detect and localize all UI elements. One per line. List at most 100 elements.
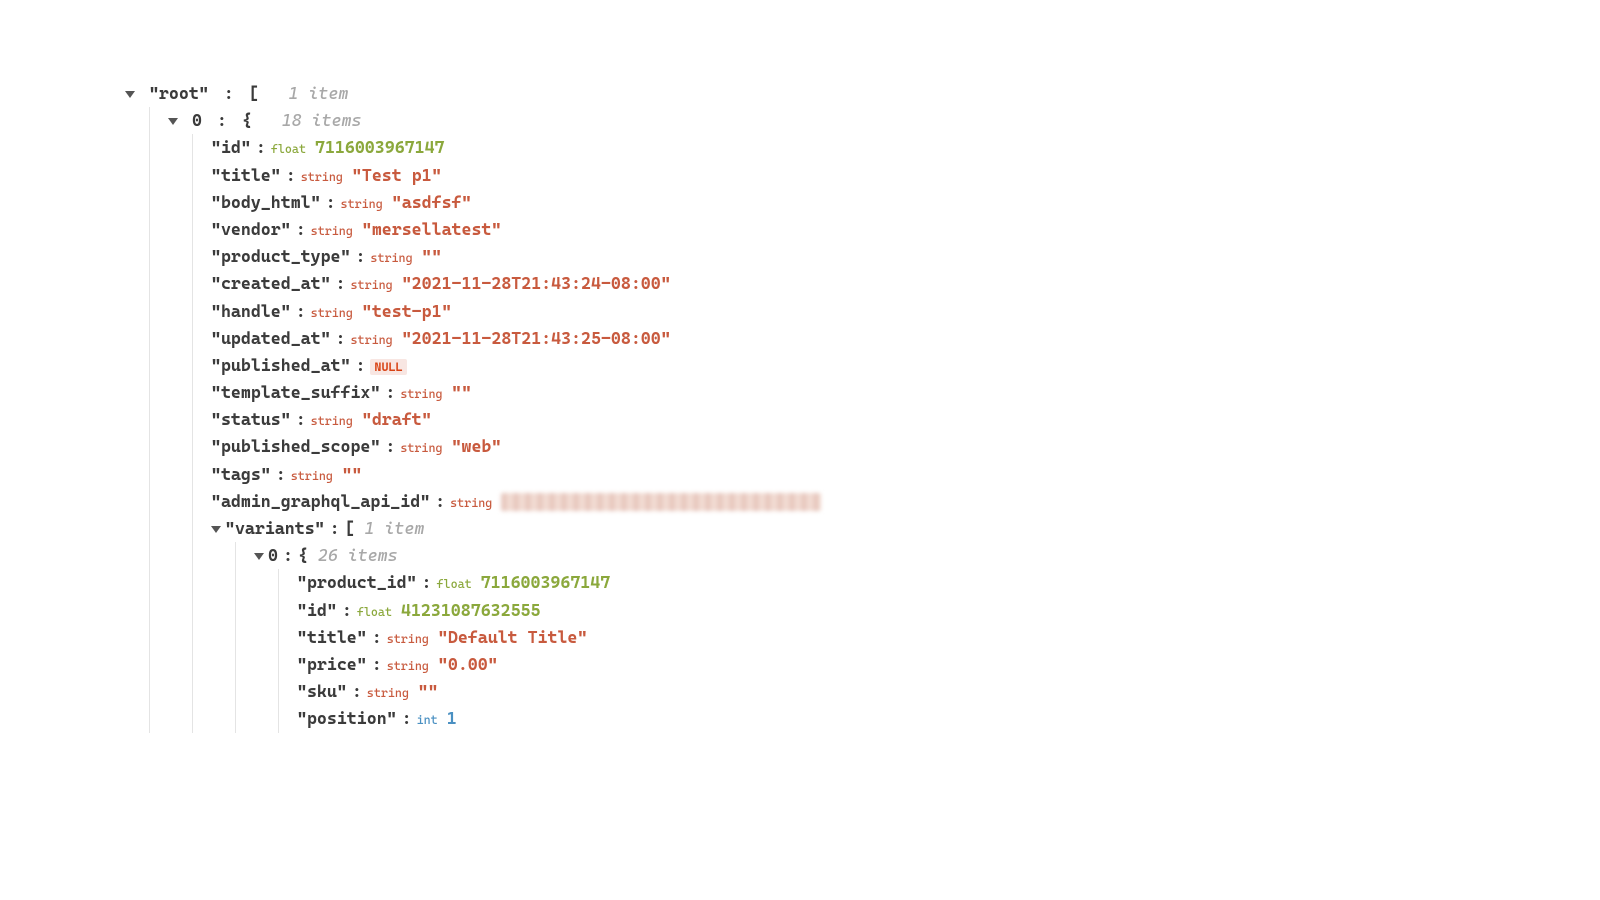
field-key: "id" [297,600,337,620]
field-value: "" [422,246,442,266]
type-tag: string [341,197,390,211]
field-row[interactable]: "admin_graphql_api_id":string [211,488,1600,515]
field-row[interactable]: "title":string "Default Title" [297,624,1600,651]
field-value: "mersellatest" [362,219,501,239]
array-index: 0 [192,110,202,130]
type-tag: string [367,686,416,700]
type-tag: string [311,306,360,320]
field-row[interactable]: "position":int 1 [297,705,1600,732]
type-tag: string [400,441,449,455]
type-tag: string [351,333,400,347]
field-value: "" [342,464,362,484]
toggle-icon[interactable] [125,91,135,98]
type-tag: string [311,224,360,238]
type-tag: int [417,713,445,727]
toggle-icon[interactable] [168,118,178,125]
toggle-icon[interactable] [211,526,221,533]
field-row[interactable]: "published_at":NULL [211,352,1600,379]
type-tag: float [437,577,479,591]
item-count: 18 items [282,110,362,130]
field-row[interactable]: "created_at":string "2021-11-28T21:43:24… [211,270,1600,297]
field-key: "sku" [297,681,347,701]
field-value: "asdfsf" [392,192,472,212]
item-count: 1 item [289,83,349,103]
node-root[interactable]: "root" : [ 1 item [125,80,1600,107]
field-row[interactable]: "tags":string "" [211,461,1600,488]
field-value: 7116003967147 [481,572,611,592]
type-tag: float [271,142,313,156]
field-row[interactable]: "id":float 7116003967147 [211,134,1600,161]
type-tag: string [387,632,436,646]
key-variants: "variants" [225,518,325,538]
json-tree-root: "root" : [ 1 item 0 : { 18 items "id":fl… [125,80,1600,733]
field-key: "template_suffix" [211,382,380,402]
type-tag: string [370,251,419,265]
field-key: "title" [297,627,367,647]
redacted-value [501,493,821,511]
object-fields: "id":float 7116003967147"title":string "… [192,134,1600,732]
item-count: 26 items [318,545,398,565]
type-tag: string [311,414,360,428]
field-value: 1 [447,708,457,728]
field-key: "admin_graphql_api_id" [211,491,430,511]
field-key: "vendor" [211,219,291,239]
field-key: "handle" [211,301,291,321]
field-key: "title" [211,165,281,185]
field-value: "" [418,681,438,701]
field-row[interactable]: "title":string "Test p1" [211,162,1600,189]
node-variants[interactable]: "variants":[ 1 item [211,515,1600,542]
field-row[interactable]: "vendor":string "mersellatest" [211,216,1600,243]
field-key: "product_id" [297,572,417,592]
field-key: "published_scope" [211,436,380,456]
field-value: "test-p1" [362,301,452,321]
field-value: "web" [452,436,502,456]
field-key: "status" [211,409,291,429]
field-value: 41231087632555 [401,600,540,620]
field-row[interactable]: "updated_at":string "2021-11-28T21:43:25… [211,325,1600,352]
field-row[interactable]: "status":string "draft" [211,406,1600,433]
field-key: "position" [297,708,397,728]
toggle-icon[interactable] [254,553,264,560]
field-value: "draft" [362,409,432,429]
field-key: "updated_at" [211,328,331,348]
field-row[interactable]: "body_html":string "asdfsf" [211,189,1600,216]
node-index-0[interactable]: 0 : { 18 items [168,107,1600,134]
type-tag: string [450,496,499,510]
bracket-open: { [298,545,308,565]
field-key: "tags" [211,464,271,484]
type-tag: string [351,278,400,292]
field-row[interactable]: "product_type":string "" [211,243,1600,270]
item-count: 1 item [365,518,425,538]
field-key: "id" [211,137,251,157]
array-index: 0 [268,545,278,565]
bracket-open: { [242,110,252,130]
node-variant-index-0[interactable]: 0:{ 26 items [254,542,1600,569]
field-value: "0.00" [438,654,498,674]
field-row[interactable]: "product_id":float 7116003967147 [297,569,1600,596]
field-value: "2021-11-28T21:43:25-08:00" [402,328,671,348]
field-value: 7116003967147 [315,137,445,157]
field-key: "price" [297,654,367,674]
field-row[interactable]: "price":string "0.00" [297,651,1600,678]
field-row[interactable]: "id":float 41231087632555 [297,597,1600,624]
type-tag: string [400,387,449,401]
field-value: "Default Title" [438,627,587,647]
field-row[interactable]: "handle":string "test-p1" [211,298,1600,325]
type-tag: float [357,605,399,619]
field-row[interactable]: "template_suffix":string "" [211,379,1600,406]
field-value: "Test p1" [352,165,442,185]
bracket-open: [ [345,518,355,538]
type-tag: string [291,469,340,483]
field-key: "product_type" [211,246,350,266]
field-value: "" [452,382,472,402]
field-key: "created_at" [211,273,331,293]
field-key: "published_at" [211,355,350,375]
field-row[interactable]: "sku":string "" [297,678,1600,705]
bracket-open: [ [249,83,259,103]
type-tag: string [301,170,350,184]
field-value: "2021-11-28T21:43:24-08:00" [402,273,671,293]
field-key: "body_html" [211,192,321,212]
null-value: NULL [370,359,406,375]
field-row[interactable]: "published_scope":string "web" [211,433,1600,460]
type-tag: string [387,659,436,673]
